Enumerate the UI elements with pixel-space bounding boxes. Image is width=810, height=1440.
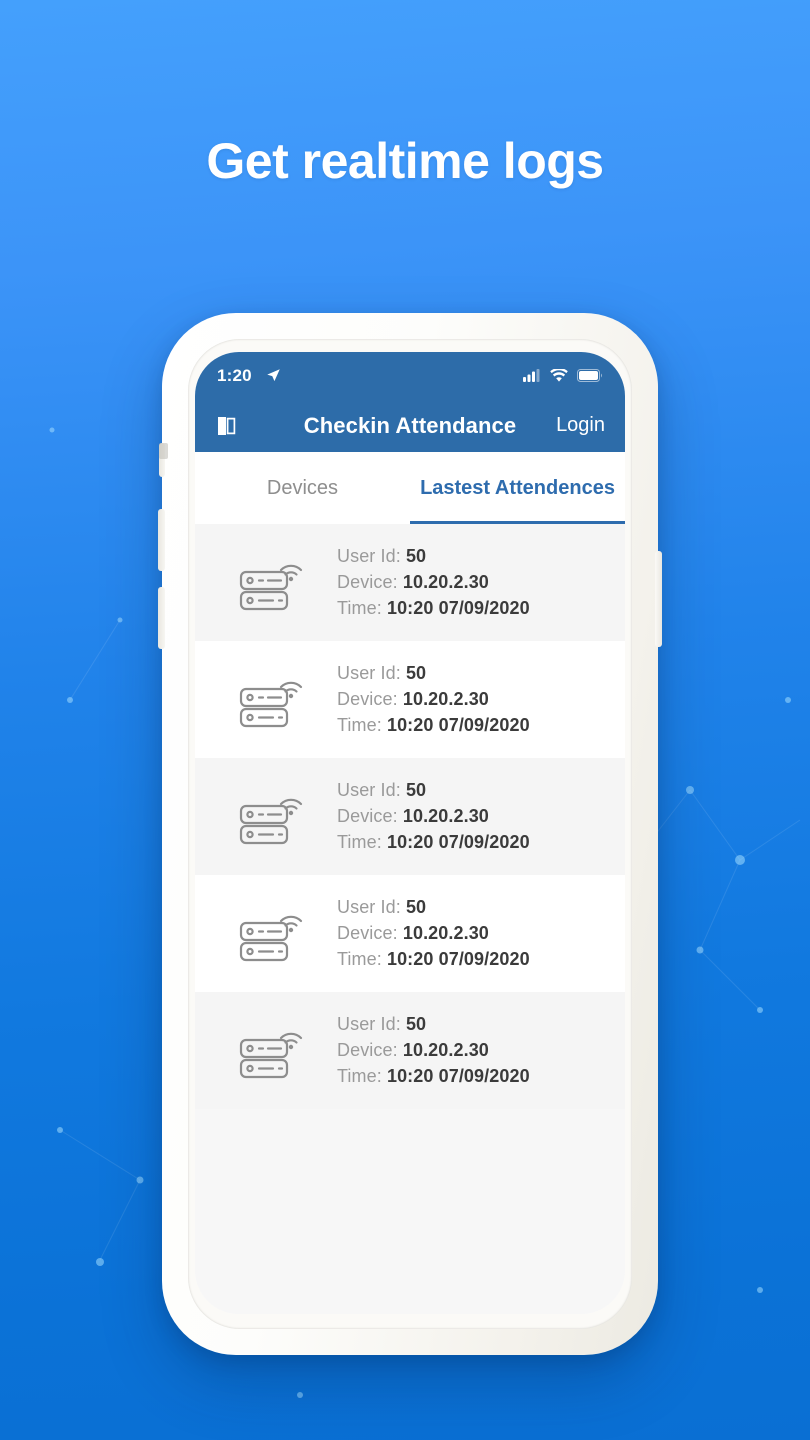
- server-wifi-icon: [237, 671, 309, 729]
- row-time: Time: 10:20 07/09/2020: [337, 949, 530, 969]
- row-user-id: User Id: 50: [337, 897, 427, 917]
- row-device: Device: 10.20.2.30: [337, 806, 489, 826]
- location-arrow-icon: [266, 368, 281, 383]
- phone-mockup: 1:20 Checkin Attendance Login Devices La…: [158, 313, 662, 1355]
- phone-screen: 1:20 Checkin Attendance Login Devices La…: [195, 352, 625, 1314]
- row-user-id: User Id: 50: [337, 780, 427, 800]
- tab-bar: Devices Lastest Attendences: [195, 452, 625, 524]
- row-time: Time: 10:20 07/09/2020: [337, 598, 530, 618]
- phone-volume-up-button[interactable]: [158, 509, 165, 571]
- list-item[interactable]: User Id: 50 Device: 10.20.2.30 Time: 10:…: [195, 524, 625, 641]
- row-time: Time: 10:20 07/09/2020: [337, 1066, 530, 1086]
- login-button[interactable]: Login: [556, 414, 605, 437]
- status-bar: 1:20: [195, 352, 625, 399]
- wifi-icon: [550, 369, 568, 382]
- attendance-list: User Id: 50 Device: 10.20.2.30 Time: 10:…: [195, 524, 625, 1314]
- list-empty-area: [195, 1109, 625, 1314]
- list-item[interactable]: User Id: 50 Device: 10.20.2.30 Time: 10:…: [195, 641, 625, 758]
- list-item[interactable]: User Id: 50 Device: 10.20.2.30 Time: 10:…: [195, 875, 625, 992]
- list-item[interactable]: User Id: 50 Device: 10.20.2.30 Time: 10:…: [195, 992, 625, 1109]
- row-user-id: User Id: 50: [337, 546, 427, 566]
- server-wifi-icon: [237, 1022, 309, 1080]
- row-time: Time: 10:20 07/09/2020: [337, 715, 530, 735]
- row-time: Time: 10:20 07/09/2020: [337, 832, 530, 852]
- open-book-icon[interactable]: [215, 412, 243, 440]
- app-bar: Checkin Attendance Login: [195, 399, 625, 452]
- row-user-id: User Id: 50: [337, 663, 427, 683]
- list-item[interactable]: User Id: 50 Device: 10.20.2.30 Time: 10:…: [195, 758, 625, 875]
- row-device: Device: 10.20.2.30: [337, 1040, 489, 1060]
- page-title: Get realtime logs: [206, 133, 604, 189]
- battery-full-icon: [577, 369, 602, 382]
- phone-volume-down-button[interactable]: [158, 587, 165, 649]
- cellular-signal-icon: [523, 369, 540, 382]
- server-wifi-icon: [237, 788, 309, 846]
- row-device: Device: 10.20.2.30: [337, 923, 489, 943]
- row-device: Device: 10.20.2.30: [337, 689, 489, 709]
- phone-silent-switch[interactable]: [159, 443, 168, 477]
- tab-lastest-attendences[interactable]: Lastest Attendences: [410, 452, 625, 524]
- tab-devices[interactable]: Devices: [195, 452, 410, 524]
- row-device: Device: 10.20.2.30: [337, 572, 489, 592]
- server-wifi-icon: [237, 554, 309, 612]
- row-user-id: User Id: 50: [337, 1014, 427, 1034]
- status-bar-time: 1:20: [217, 365, 252, 385]
- phone-power-button[interactable]: [655, 551, 662, 647]
- server-wifi-icon: [237, 905, 309, 963]
